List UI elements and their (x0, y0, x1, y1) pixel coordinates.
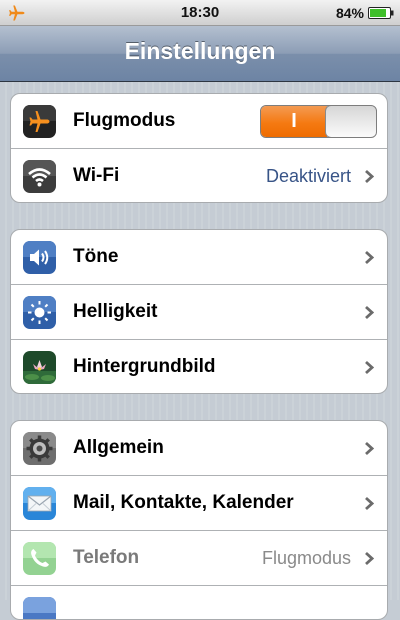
hintergrundbild-label: Hintergrundbild (73, 356, 216, 377)
chevron-right-icon (365, 360, 374, 375)
partial-app-icon (23, 597, 56, 619)
flugmodus-label: Flugmodus (73, 110, 176, 131)
settings-group-display: Töne Helligkeit Hintergrundbild (10, 229, 388, 394)
wifi-icon (23, 160, 56, 193)
telefon-label: Telefon (73, 547, 140, 568)
chevron-right-icon (365, 305, 374, 320)
page-title: Einstellungen (124, 38, 276, 64)
status-bar: 18:30 84% (0, 0, 400, 26)
toggle-knob[interactable] (325, 106, 376, 137)
chevron-right-icon (365, 169, 374, 184)
toene-row[interactable]: Töne (11, 230, 387, 285)
phone-icon (23, 542, 56, 575)
helligkeit-label: Helligkeit (73, 301, 158, 322)
toggle-on-label: I (291, 110, 297, 132)
allgemein-label: Allgemein (73, 437, 164, 458)
chevron-right-icon (365, 551, 374, 566)
wallpaper-icon (23, 351, 56, 384)
settings-group-general: Allgemein Mail, Kontakte, Kalender Telef… (10, 420, 388, 620)
navigation-bar: Einstellungen (0, 26, 400, 82)
next-row-partial[interactable] (11, 586, 387, 619)
allgemein-row[interactable]: Allgemein (11, 421, 387, 476)
settings-list[interactable]: Flugmodus I Wi-Fi Deaktiviert Töne Helli… (0, 82, 400, 620)
chevron-right-icon (365, 250, 374, 265)
hintergrundbild-row[interactable]: Hintergrundbild (11, 340, 387, 393)
mail-row[interactable]: Mail, Kontakte, Kalender (11, 476, 387, 531)
battery-percent: 84% (335, 5, 364, 21)
telefon-value: Flugmodus (261, 548, 351, 568)
wifi-value: Deaktiviert (265, 166, 351, 186)
brightness-icon (23, 296, 56, 329)
airplane-icon (23, 105, 56, 138)
helligkeit-row[interactable]: Helligkeit (11, 285, 387, 340)
speaker-icon (23, 241, 56, 274)
battery-icon (368, 7, 394, 19)
flugmodus-row: Flugmodus I (11, 94, 387, 149)
telefon-row[interactable]: Telefon Flugmodus (11, 531, 387, 586)
wifi-label: Wi-Fi (73, 165, 120, 186)
chevron-right-icon (365, 441, 374, 456)
flugmodus-toggle[interactable]: I (260, 105, 377, 138)
gear-icon (23, 432, 56, 465)
toggle-on-track: I (261, 106, 327, 137)
mail-label: Mail, Kontakte, Kalender (73, 492, 294, 513)
chevron-right-icon (365, 496, 374, 511)
wifi-row[interactable]: Wi-Fi Deaktiviert (11, 149, 387, 202)
settings-group-network: Flugmodus I Wi-Fi Deaktiviert (10, 93, 388, 203)
mail-icon (23, 487, 56, 520)
toene-label: Töne (73, 246, 119, 267)
